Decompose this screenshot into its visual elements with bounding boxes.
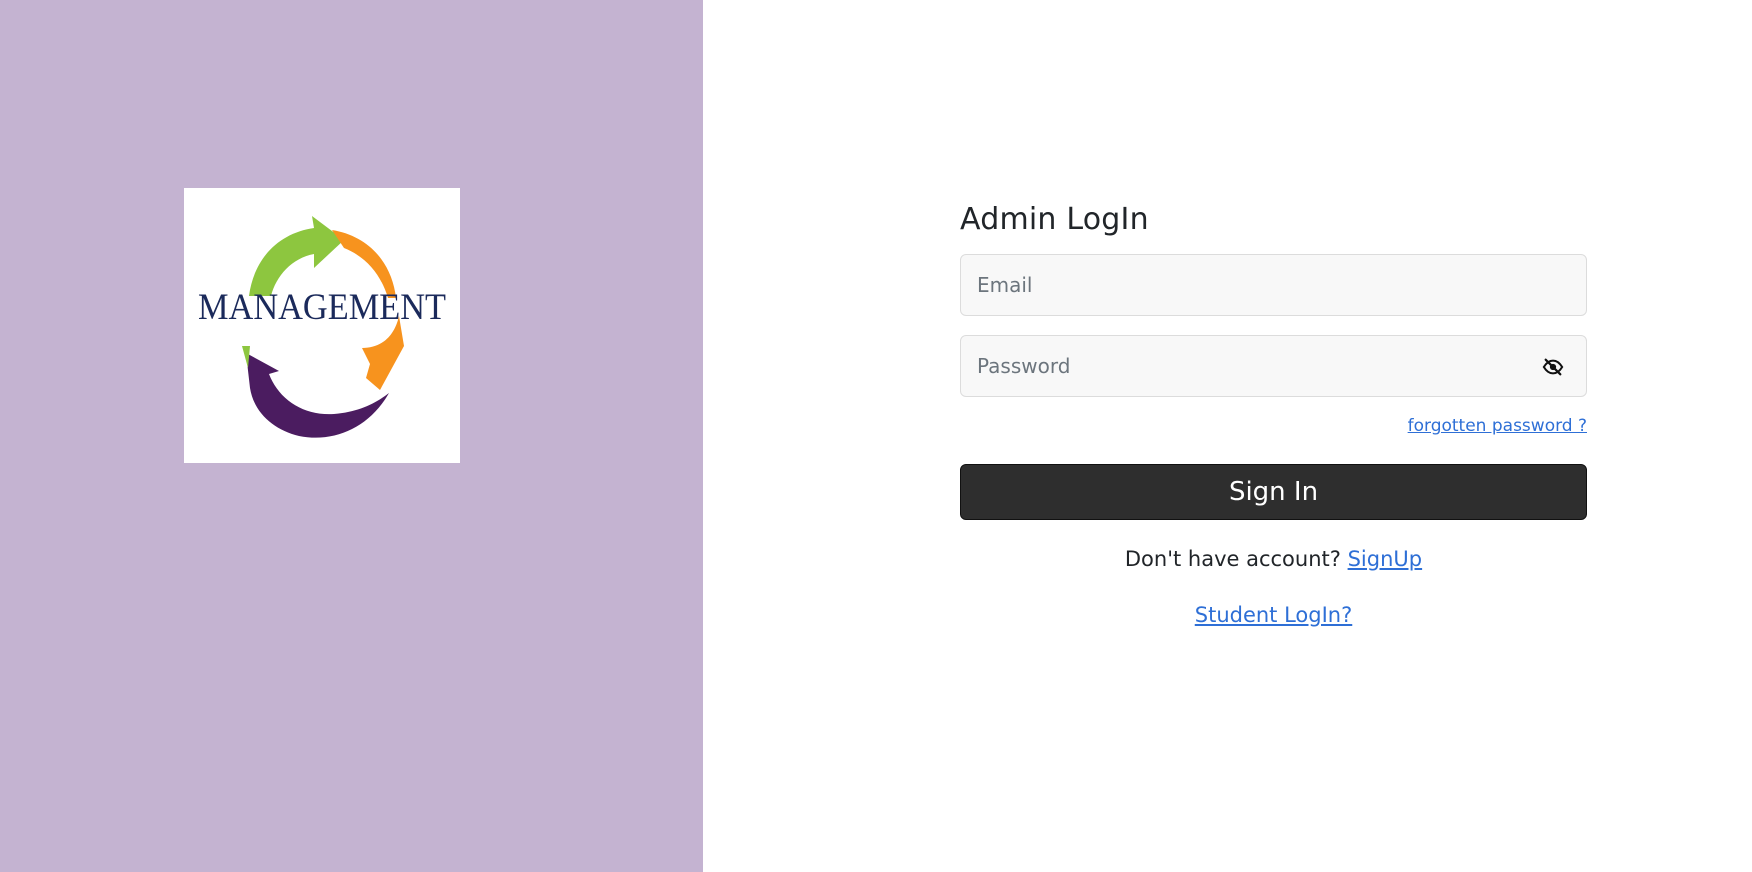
logo-text: MANAGEMENT — [198, 287, 446, 328]
signup-link[interactable]: SignUp — [1348, 547, 1423, 571]
eye-slash-icon[interactable] — [1542, 356, 1564, 378]
signup-prompt: Don't have account? — [1124, 547, 1341, 571]
sign-in-button[interactable]: Sign In — [960, 464, 1587, 520]
password-field-wrapper — [960, 335, 1587, 397]
email-input[interactable] — [961, 255, 1586, 315]
password-input[interactable] — [961, 336, 1586, 396]
signup-row: Don't have account? SignUp — [960, 544, 1587, 574]
login-panel: Admin LogIn forgotten password ? Sign In — [703, 0, 1752, 872]
management-logo: MANAGEMENT — [184, 188, 460, 463]
email-field-wrapper — [960, 254, 1587, 316]
form-title: Admin LogIn — [960, 202, 1149, 237]
management-logo-graphic: MANAGEMENT — [198, 216, 446, 438]
forgot-password-link[interactable]: forgotten password ? — [1408, 416, 1587, 436]
brand-panel: MANAGEMENT — [0, 0, 703, 872]
login-page: MANAGEMENT Admin LogIn forg — [0, 0, 1752, 872]
student-login-row: Student LogIn? — [960, 600, 1587, 630]
student-login-link[interactable]: Student LogIn? — [1195, 603, 1353, 627]
login-form: Admin LogIn forgotten password ? Sign In — [960, 200, 1587, 630]
forgot-password-row: forgotten password ? — [960, 416, 1587, 444]
